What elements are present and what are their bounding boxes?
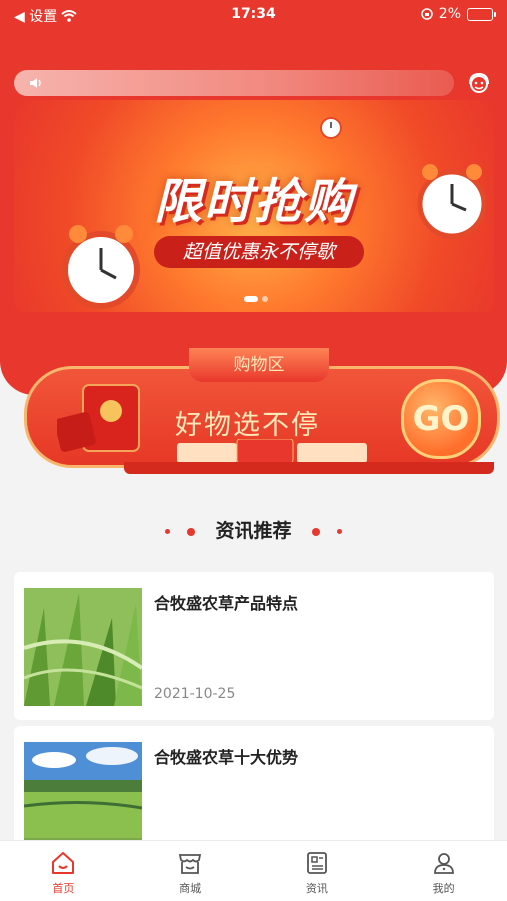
news-thumbnail <box>24 588 142 706</box>
news-section-title: 资讯推荐 <box>0 516 507 543</box>
shop-tag: 购物区 <box>189 348 329 382</box>
go-button[interactable]: GO <box>401 379 481 459</box>
alarm-clock-icon <box>62 225 140 309</box>
home-icon <box>52 852 75 874</box>
shop-entry-banner[interactable]: 好物选不停 GO 购物区 <box>14 348 500 478</box>
tab-news[interactable]: 资讯 <box>254 841 381 901</box>
notice-bar[interactable] <box>14 70 454 96</box>
speaker-icon <box>30 78 41 88</box>
customer-service-icon[interactable] <box>465 70 493 98</box>
profile-icon <box>433 853 454 874</box>
battery-percent: 2% <box>438 6 461 22</box>
carousel-dot <box>262 296 268 302</box>
promo-banner[interactable]: 限时抢购 超值优惠永不停歇 <box>14 100 494 312</box>
decor-dot <box>186 527 195 536</box>
carousel-dot-active <box>244 296 258 302</box>
decor-dot <box>336 529 342 534</box>
orientation-lock-icon <box>421 8 433 20</box>
tab-bar: 首页 商城 资讯 我的 <box>0 840 507 901</box>
shop-entry-base <box>124 462 494 474</box>
tab-shop[interactable]: 商城 <box>127 841 254 901</box>
news-date: 2021-10-25 <box>154 686 236 702</box>
tab-label: 我的 <box>432 882 455 895</box>
small-clock-icon <box>320 117 342 139</box>
battery-icon <box>467 7 496 21</box>
banner-subtitle: 超值优惠永不停歇 <box>154 236 364 268</box>
shop-slogan: 好物选不停 <box>175 410 320 441</box>
shop-icon <box>179 854 202 874</box>
section-title-text: 资讯推荐 <box>215 520 292 542</box>
news-card[interactable]: 合牧盛农草产品特点 2021-10-25 <box>14 572 494 720</box>
tab-label: 资讯 <box>305 882 328 895</box>
decor-dot <box>312 527 321 536</box>
news-icon <box>306 852 327 874</box>
tab-profile[interactable]: 我的 <box>380 841 507 901</box>
news-title: 合牧盛农草产品特点 <box>154 594 299 613</box>
news-title: 合牧盛农草十大优势 <box>154 748 299 767</box>
tab-label: 商城 <box>179 882 202 895</box>
red-envelope-icon <box>57 384 140 453</box>
status-bar: ◀ 设置 17:34 2% <box>0 0 507 30</box>
decor-dot <box>165 529 171 534</box>
banner-title: 限时抢购 <box>153 174 354 230</box>
tab-home[interactable]: 首页 <box>0 841 127 901</box>
tab-label: 首页 <box>52 882 75 895</box>
carousel-indicator <box>244 296 268 302</box>
